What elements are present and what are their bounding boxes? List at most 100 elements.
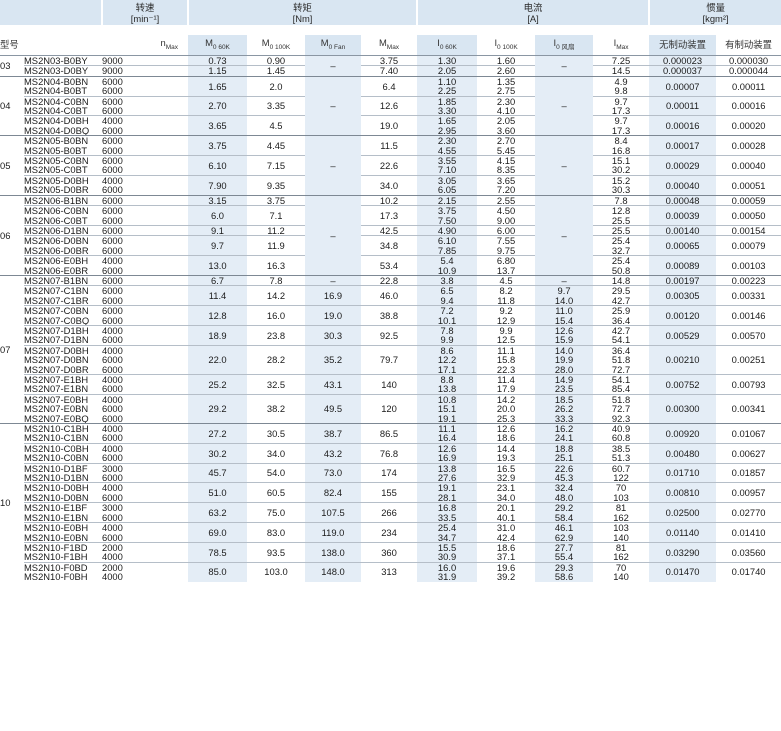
model-cell: MS2N10-D0BN <box>24 492 89 503</box>
model-cell: MS2N06-D0BR <box>24 245 89 256</box>
inertia-with-brake-cell: 0.00570 <box>716 324 781 346</box>
i0-fan-cell: 18.5 <box>535 393 594 405</box>
model-cell: MS2N10-E1BF <box>24 502 102 513</box>
mmax-cell: 22.8 <box>361 274 418 286</box>
imax-cell: 60.8 <box>611 433 631 444</box>
speed-unit: [min⁻¹] <box>130 12 160 24</box>
m0-60k-cell: 0.73 <box>188 54 247 66</box>
i0-100k-cell: 2.60 <box>477 65 536 77</box>
col-nmax: nMax <box>102 35 188 56</box>
size-group-label: 10 <box>0 423 24 582</box>
i0-100k-cell: 11.4 <box>477 374 536 385</box>
table-row: MS2N04-C0BN 6000 2.70 3.35 12.6 1.85 2.30 9.7 0.… <box>0 95 781 116</box>
model-cell: MS2N07-C0BN <box>24 305 102 316</box>
i0-60k-cell: 2.30 <box>417 135 478 146</box>
i0-60k-cell: 12.6 <box>417 442 478 454</box>
nmax-cell: 6000 <box>102 135 188 146</box>
model-cell: MS2N10-F1BD <box>24 541 102 553</box>
imax-cell: 85.4 <box>611 384 631 395</box>
m0-fan-cell: 35.2 <box>305 344 361 375</box>
i0-fan-cell: 29.2 <box>535 502 594 513</box>
nmax-cell: 6000 <box>102 433 123 444</box>
i0-60k-cell: 7.8 <box>417 324 478 336</box>
i0-60k-cell: 10.9 <box>417 265 478 276</box>
i0-fan-cell: 15.4 <box>535 315 594 326</box>
m0-100k-cell: 103.0 <box>247 561 305 582</box>
i0-100k-cell: 12.9 <box>496 315 516 326</box>
inertia-with-brake-cell: 0.00251 <box>716 344 781 375</box>
i0-100k-cell: 4.50 <box>477 205 536 216</box>
model-cell: MS2N05-B0BN <box>24 135 102 146</box>
i0-100k-cell: 7.20 <box>496 185 516 196</box>
i0-60k-cell: 30.9 <box>417 552 478 563</box>
nmax-cell: 6000 <box>102 404 123 414</box>
m0-60k-cell: 3.75 <box>188 135 247 156</box>
mmax-cell: 360 <box>361 541 418 563</box>
i0-60k-cell: 3.75 <box>417 205 478 216</box>
mmax-cell: 174 <box>361 462 418 483</box>
imax-cell: 103 <box>613 492 629 503</box>
i0-100k-cell: 9.2 <box>477 305 536 316</box>
table-row: MS2N05-D0BH 4000 7.90 9.35 34.0 3.05 3.65 15.2 0… <box>0 174 781 196</box>
torque-group-header: 转矩 [Nm] <box>186 0 418 25</box>
i0-60k-cell: 8.6 <box>417 344 478 356</box>
table-row: MS2N10-E1BF 3000 63.2 75.0 107.5 266 16.8 20.1 2… <box>0 502 781 523</box>
m0-fan-cell: 138.0 <box>305 541 361 563</box>
inertia-with-brake-cell: 0.00793 <box>716 374 781 395</box>
model-cell: MS2N03-B0BY <box>24 54 102 66</box>
mmax-cell: 34.0 <box>361 174 418 196</box>
model-cell: MS2N05-C0BT <box>24 165 88 176</box>
nmax-cell: 6000 <box>102 532 123 543</box>
inertia-with-brake-cell: 0.00627 <box>716 442 781 464</box>
imax-cell: 42.7 <box>593 324 650 336</box>
i0-fan-cell: 45.3 <box>535 473 594 483</box>
m0-fan-cell: 119.0 <box>305 522 361 543</box>
mmax-cell: 22.6 <box>361 155 418 176</box>
mmax-cell: 10.2 <box>361 194 418 206</box>
nmax-cell: 3000 <box>102 502 188 513</box>
imax-cell: 14.5 <box>593 65 650 77</box>
nmax-cell: 6000 <box>102 492 123 503</box>
i0-60k-cell: 13.8 <box>417 384 478 395</box>
i0-fan-cell: 15.9 <box>535 335 594 346</box>
i0-fan-cell: 62.9 <box>535 532 594 543</box>
i0-fan-cell: 29.3 <box>535 561 594 573</box>
m0-100k-cell: 4.5 <box>247 115 305 136</box>
i0-60k-cell: 3.8 <box>417 274 478 286</box>
m0-fan-cell: – <box>305 274 361 286</box>
inertia-no-brake-cell: 0.00300 <box>649 393 717 424</box>
size-group-label: 06 <box>0 194 24 276</box>
model-cell: MS2N04-C0BN <box>24 95 102 107</box>
m0-100k-cell: 32.5 <box>247 374 305 395</box>
table-row: MS2N06-C0BN 6000 6.0 7.1 17.3 3.75 4.50 12.8 0.0… <box>0 205 781 226</box>
imax-cell: 51.3 <box>611 453 631 464</box>
inertia-no-brake-cell: 0.00039 <box>649 205 717 226</box>
nmax-cell: 9000 <box>102 65 188 77</box>
model-cell: MS2N05-B0BT <box>24 145 88 156</box>
model-cell: MS2N10-C1BN <box>24 433 89 444</box>
imax-cell: 72.7 <box>611 404 631 414</box>
i0-60k-cell: 15.1 <box>417 404 478 414</box>
table-row: 04 MS2N04-B0BN 6000 1.65 2.0–6.4 1.10 1.35–4.9… <box>0 75 781 136</box>
i0-60k-cell: 19.1 <box>417 413 478 424</box>
table-row: MS2N07-E0BH 4000 29.2 38.2 49.5 120 10.8 14.2 18… <box>0 393 781 424</box>
i0-100k-cell: 4.5 <box>477 274 536 286</box>
i0-fan-cell: 14.0 <box>535 295 594 306</box>
i0-fan-cell: 58.6 <box>535 572 594 582</box>
inertia-no-brake-cell: 0.00305 <box>649 285 717 306</box>
i0-60k-cell: 16.8 <box>417 502 478 513</box>
model-cell: MS2N07-E0BN <box>24 404 89 414</box>
imax-cell: 25.4 <box>593 255 650 266</box>
imax-cell: 9.7 <box>593 115 650 126</box>
nmax-cell: 6000 <box>102 125 123 136</box>
col-inertia-with-brake: 有制动装置 <box>716 35 781 56</box>
nmax-cell: 6000 <box>102 155 188 166</box>
imax-cell: 25.9 <box>593 305 650 316</box>
imax-cell: 9.8 <box>614 86 628 97</box>
m0-100k-cell: 1.45 <box>247 65 305 77</box>
i0-100k-cell: 37.1 <box>496 552 516 563</box>
mmax-cell: 92.5 <box>361 324 418 346</box>
mmax-cell: 53.4 <box>361 255 418 276</box>
i0-100k-cell: 14.2 <box>477 393 536 405</box>
imax-cell: 81 <box>593 541 650 553</box>
